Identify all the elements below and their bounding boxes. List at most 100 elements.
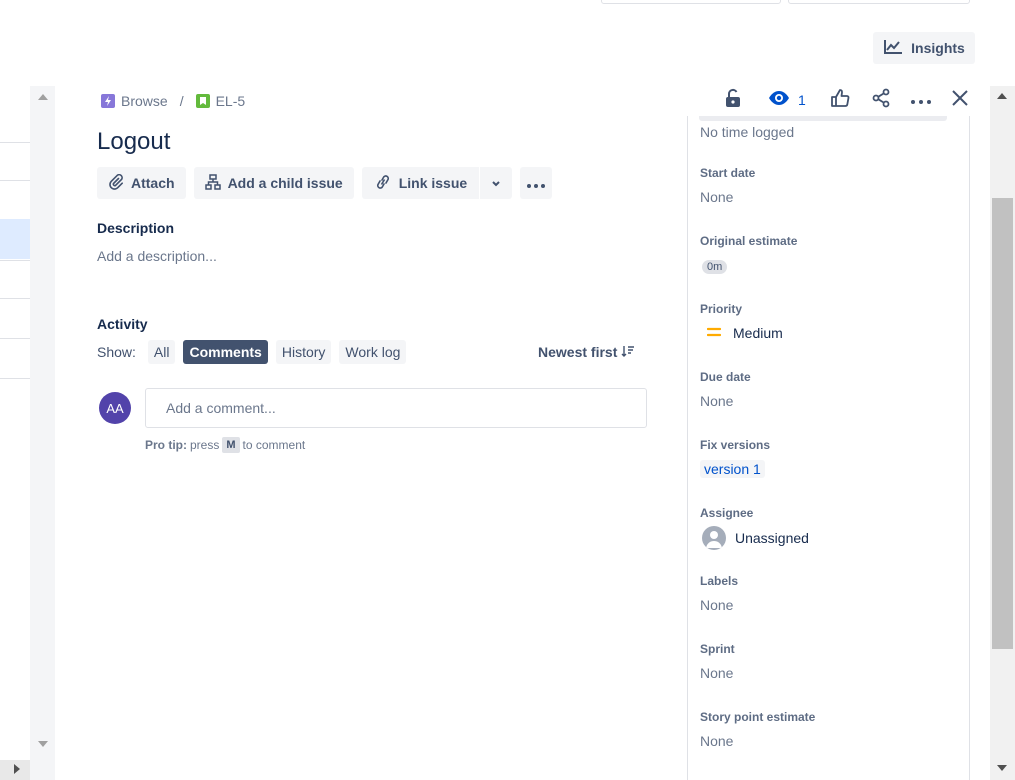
assignee-name: Unassigned [735, 530, 809, 546]
sprint-label: Sprint [700, 642, 735, 656]
unlock-icon [724, 88, 742, 113]
board-row-divider [0, 260, 30, 261]
board-row-divider [0, 338, 30, 339]
scroll-down-arrow-icon[interactable] [38, 741, 48, 747]
link-icon [374, 174, 392, 193]
original-estimate-label: Original estimate [700, 234, 798, 248]
breadcrumb-separator: / [179, 93, 184, 109]
link-issue-button[interactable]: Link issue [362, 167, 479, 199]
assignee-label: Assignee [700, 506, 754, 520]
unassigned-avatar-icon [702, 526, 726, 550]
attach-label: Attach [131, 175, 175, 191]
labels-field: Labels None [700, 574, 738, 613]
filter-history[interactable]: History [275, 340, 332, 364]
board-row-divider [0, 180, 30, 181]
link-issue-dropdown-button[interactable] [480, 167, 512, 199]
start-date-label: Start date [700, 166, 756, 180]
add-comment-input[interactable]: Add a comment... [145, 388, 647, 428]
story-points-value[interactable]: None [700, 733, 815, 749]
story-icon [195, 94, 210, 108]
watch-count: 1 [798, 92, 806, 108]
start-date-field: Start date None [700, 166, 755, 205]
board-selected-card[interactable] [0, 219, 30, 259]
hierarchy-icon [204, 173, 221, 193]
vote-button[interactable] [830, 88, 850, 112]
story-points-label: Story point estimate [700, 710, 816, 724]
priority-value-label: Medium [733, 325, 783, 341]
insights-chart-icon [883, 39, 903, 58]
priority-value[interactable]: Medium [706, 325, 783, 341]
close-modal-button[interactable] [951, 88, 969, 112]
close-icon [951, 89, 969, 112]
story-points-field: Story point estimate None [700, 710, 815, 749]
time-logged-text: No time logged [700, 124, 795, 140]
pro-tip-prefix: Pro tip: [145, 438, 187, 452]
breadcrumb-issue-key[interactable]: EL-5 [216, 93, 246, 109]
sprint-value[interactable]: None [700, 665, 735, 681]
scroll-right-arrow-icon[interactable] [14, 764, 20, 774]
more-actions-button[interactable] [520, 167, 553, 199]
paperclip-icon [108, 173, 124, 193]
due-date-field: Due date None [700, 370, 751, 409]
add-child-issue-button[interactable]: Add a child issue [193, 167, 354, 199]
insights-label: Insights [911, 40, 965, 56]
current-user-avatar[interactable]: AA [99, 392, 131, 424]
assignee-value[interactable]: Unassigned [702, 526, 809, 550]
top-filter-stub-1[interactable] [601, 0, 781, 4]
add-child-issue-label: Add a child issue [227, 175, 343, 191]
comment-placeholder: Add a comment... [166, 400, 276, 416]
priority-medium-icon [706, 325, 722, 341]
show-label: Show: [97, 344, 136, 360]
restrict-access-button[interactable] [724, 88, 742, 112]
board-row-divider [0, 378, 30, 379]
priority-label: Priority [700, 302, 743, 316]
keyboard-shortcut-key: M [222, 437, 240, 453]
share-button[interactable] [871, 88, 891, 112]
chevron-down-icon [491, 175, 501, 191]
eye-icon [768, 90, 790, 111]
link-issue-split-button: Link issue [361, 167, 513, 199]
top-filter-stub-2[interactable] [788, 0, 970, 4]
filter-comments[interactable]: Comments [183, 340, 268, 364]
fix-versions-label: Fix versions [700, 438, 771, 452]
pro-tip-press: press [190, 438, 220, 452]
filter-all[interactable]: All [147, 340, 176, 364]
board-row-divider [0, 142, 30, 143]
pro-tip-suffix: to comment [242, 438, 306, 452]
issue-toolbar: Attach Add a child issue Link issue [97, 167, 553, 199]
due-date-value[interactable]: None [700, 393, 751, 409]
insights-button[interactable]: Insights [873, 32, 975, 64]
activity-filter-row: Show: All Comments History Work log [97, 340, 407, 364]
original-estimate-value[interactable]: 0m [702, 260, 728, 274]
attach-button[interactable]: Attach [97, 167, 186, 199]
pro-tip: Pro tip: press M to comment [145, 437, 305, 453]
fix-versions-field: Fix versions version 1 [700, 438, 770, 479]
sprint-field: Sprint None [700, 642, 735, 681]
board-row-divider [0, 298, 30, 299]
scroll-up-arrow-icon[interactable] [38, 94, 48, 100]
board-vertical-scrollbar[interactable] [30, 86, 55, 780]
start-date-value[interactable]: None [700, 189, 755, 205]
due-date-label: Due date [700, 370, 751, 384]
link-issue-label: Link issue [398, 175, 468, 191]
board-column-partial [0, 86, 30, 780]
more-horizontal-icon [911, 91, 931, 109]
time-tracking-bar [699, 116, 947, 121]
scroll-down-arrow-icon[interactable] [997, 765, 1007, 771]
fix-version-tag[interactable]: version 1 [700, 460, 765, 478]
description-heading: Description [97, 220, 175, 236]
scroll-up-arrow-icon[interactable] [997, 93, 1007, 99]
thumbs-up-icon [830, 88, 850, 113]
labels-value[interactable]: None [700, 597, 738, 613]
assignee-field: Assignee Unassigned [700, 506, 809, 550]
sort-order-button[interactable]: Newest first [538, 344, 635, 360]
activity-heading: Activity [97, 316, 148, 332]
issue-more-button[interactable] [911, 88, 931, 112]
filter-work-log[interactable]: Work log [339, 340, 407, 364]
watch-button[interactable]: 1 [768, 88, 806, 112]
description-field[interactable]: Add a description... [97, 248, 217, 264]
scrollbar-thumb[interactable] [992, 198, 1013, 649]
issue-title[interactable]: Logout [97, 128, 170, 156]
breadcrumb-project-link[interactable]: Browse [121, 93, 168, 109]
original-estimate-field: Original estimate 0m [700, 234, 797, 275]
